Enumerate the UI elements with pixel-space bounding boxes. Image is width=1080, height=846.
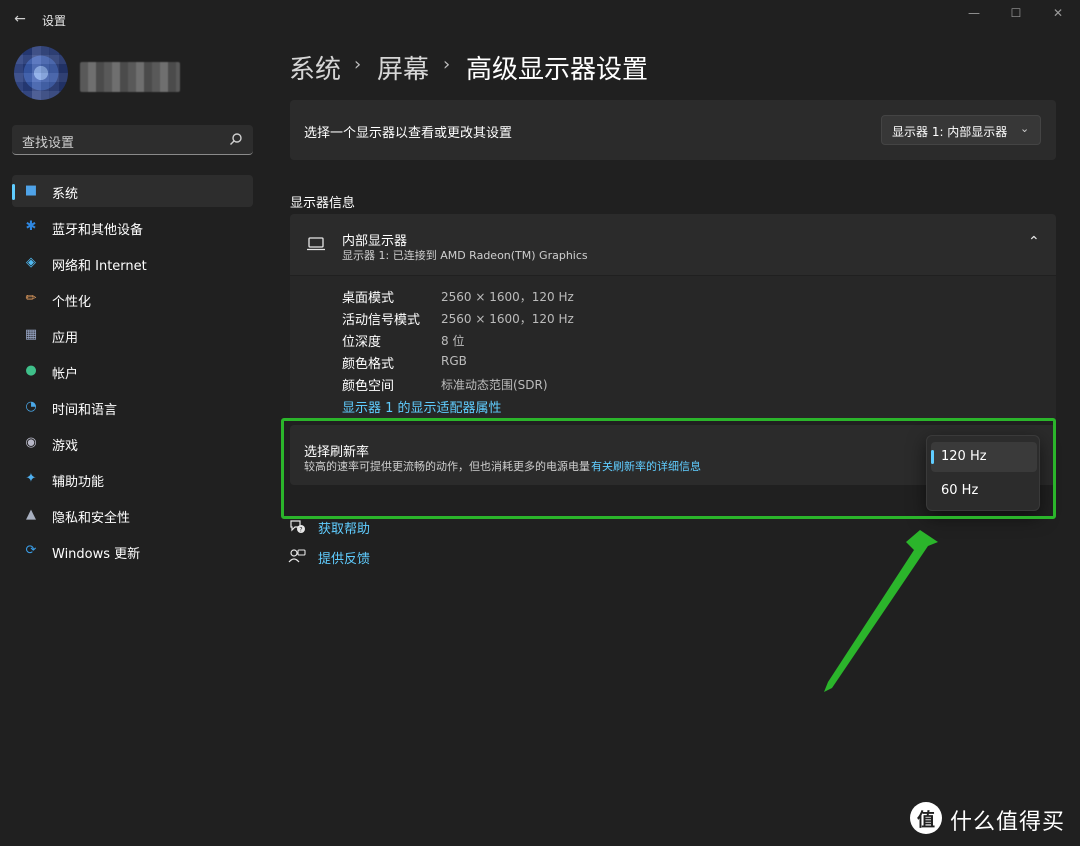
sidebar-item[interactable]: ✱ 蓝牙和其他设备: [12, 211, 253, 243]
info-row-value: 8 位: [441, 334, 465, 348]
get-help-link[interactable]: 获取帮助: [318, 518, 370, 537]
display-select-dropdown[interactable]: 显示器 1: 内部显示器 ⌄: [881, 115, 1041, 145]
minimize-icon[interactable]: —: [963, 4, 985, 22]
info-row-value: 2560 × 1600，120 Hz: [441, 312, 574, 326]
help-icon: ?: [288, 517, 306, 535]
info-row-label: 桌面模式: [342, 291, 395, 306]
sidebar-item[interactable]: ⟳ Windows 更新: [12, 535, 253, 567]
sidebar-item[interactable]: ■ 系统: [12, 175, 253, 207]
sidebar-item[interactable]: ◈ 网络和 Internet: [12, 247, 253, 279]
laptop-icon: [306, 236, 326, 252]
sidebar-item-label: 隐私和安全性: [52, 511, 131, 526]
sidebar-item-label: 网络和 Internet: [52, 259, 147, 274]
svg-text:?: ?: [299, 527, 302, 534]
get-help-row[interactable]: ? 获取帮助: [288, 517, 388, 537]
close-icon[interactable]: ✕: [1047, 4, 1069, 22]
breadcrumb-display[interactable]: 屏幕: [377, 49, 429, 86]
feedback-row[interactable]: 提供反馈: [288, 547, 388, 567]
breadcrumb-system[interactable]: 系统: [289, 49, 341, 86]
sidebar-item[interactable]: ◉ 游戏: [12, 427, 253, 459]
watermark-text: 什么值得买: [950, 810, 1066, 835]
sidebar-item[interactable]: ✦ 辅助功能: [12, 463, 253, 495]
sidebar-item-label: 蓝牙和其他设备: [52, 223, 144, 238]
back-arrow-icon[interactable]: ←: [10, 10, 30, 28]
sidebar-item-label: 游戏: [52, 439, 79, 454]
update-icon: ⟳: [25, 543, 37, 558]
display-select-value: 显示器 1: 内部显示器: [892, 125, 1008, 139]
sidebar-item-label: 时间和语言: [52, 403, 118, 418]
brush-icon: ✏: [25, 291, 37, 306]
chevron-down-icon: ⌄: [1020, 122, 1030, 135]
sidebar-item-label: Windows 更新: [52, 547, 141, 562]
feedback-link[interactable]: 提供反馈: [318, 548, 370, 567]
search-placeholder: 查找设置: [22, 136, 75, 151]
monitor-icon: ■: [24, 183, 38, 198]
maximize-icon[interactable]: ☐: [1005, 4, 1027, 22]
wifi-icon: ◈: [26, 255, 36, 270]
display-info-header[interactable]: 内部显示器 显示器 1: 已连接到 AMD Radeon(TM) Graphic…: [290, 214, 1056, 275]
chevron-right-icon: ›: [354, 54, 362, 75]
avatar[interactable]: [14, 46, 68, 100]
info-row-label: 活动信号模式: [342, 313, 421, 328]
sidebar-item[interactable]: ◔ 时间和语言: [12, 391, 253, 423]
display-connection: 显示器 1: 已连接到 AMD Radeon(TM) Graphics: [342, 249, 588, 262]
bluetooth-icon: ✱: [25, 219, 37, 234]
info-row-value: 2560 × 1600，120 Hz: [441, 290, 574, 304]
info-row-label: 颜色空间: [342, 379, 395, 394]
sidebar-item[interactable]: ▲ 隐私和安全性: [12, 499, 253, 531]
watermark-logo: 值: [910, 802, 942, 834]
active-indicator: [12, 184, 15, 200]
search-input[interactable]: 查找设置: [12, 125, 253, 155]
accessibility-icon: ✦: [25, 471, 37, 486]
sidebar-item-label: 辅助功能: [52, 475, 105, 490]
watermark-logo-glyph: 值: [917, 810, 935, 831]
highlight-box: [281, 418, 1056, 519]
apps-icon: ▦: [24, 327, 38, 342]
page-title: 高级显示器设置: [466, 55, 649, 85]
shield-icon: ▲: [26, 507, 36, 522]
sidebar-item[interactable]: ● 帐户: [12, 355, 253, 387]
sidebar-item-label: 应用: [52, 331, 79, 346]
globe-clock-icon: ◔: [25, 399, 37, 414]
adapter-properties-link[interactable]: 显示器 1 的显示适配器属性: [342, 397, 502, 416]
app-title: 设置: [42, 14, 67, 28]
sidebar-item-label: 系统: [52, 187, 79, 202]
chevron-up-icon[interactable]: ⌃: [1028, 234, 1040, 250]
info-row-value: RGB: [441, 354, 467, 368]
feedback-icon: [288, 547, 306, 565]
sidebar-item[interactable]: ▦ 应用: [12, 319, 253, 351]
username-redacted: [80, 62, 180, 92]
annotation-arrow: [824, 530, 938, 692]
search-icon[interactable]: [229, 132, 243, 146]
sidebar-item-label: 帐户: [52, 367, 79, 382]
gamepad-icon: ◉: [25, 435, 37, 450]
display-select-card: 选择一个显示器以查看或更改其设置 显示器 1: 内部显示器 ⌄: [290, 100, 1056, 160]
chevron-right-icon: ›: [443, 54, 451, 75]
info-row-label: 位深度: [342, 335, 382, 350]
section-heading: 显示器信息: [290, 196, 356, 211]
sidebar-item-label: 个性化: [52, 295, 92, 310]
info-row-value: 标准动态范围(SDR): [441, 378, 548, 392]
display-select-label: 选择一个显示器以查看或更改其设置: [304, 126, 513, 141]
display-info-body: 桌面模式 2560 × 1600，120 Hz 活动信号模式 2560 × 1600，…: [290, 276, 1056, 420]
sidebar-item[interactable]: ✏ 个性化: [12, 283, 253, 315]
info-row-label: 颜色格式: [342, 357, 395, 372]
person-icon: ●: [25, 363, 37, 378]
